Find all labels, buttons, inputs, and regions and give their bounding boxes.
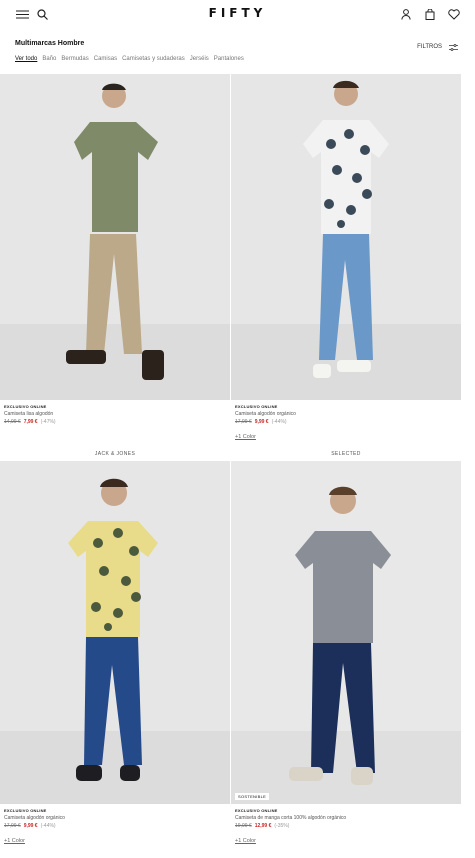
product-image[interactable]: SOSTENIBLE	[231, 461, 461, 804]
sale-price: 9,99 €	[23, 823, 38, 829]
product-card[interactable]: SOSTENIBLE EXCLUSIVO ONLINE Camiseta de …	[231, 461, 461, 847]
price-row: 17,99 € 9,99 € (-44%)	[4, 823, 226, 829]
category-jerseis[interactable]: Jerséis	[190, 56, 209, 62]
exclusive-label: EXCLUSIVO ONLINE	[4, 404, 47, 409]
brand-label: SELECTED	[331, 451, 361, 457]
old-price: 14,99 €	[4, 419, 21, 425]
category-nav: Ver todo Baño Bermudas Camisas Camisetas…	[15, 56, 244, 62]
header-right	[399, 7, 461, 21]
product-image[interactable]	[0, 74, 230, 400]
category-bano[interactable]: Baño	[42, 56, 56, 62]
exclusive-label: EXCLUSIVO ONLINE	[4, 808, 47, 813]
product-image[interactable]	[231, 74, 461, 400]
product-image[interactable]	[0, 461, 230, 804]
product-info: EXCLUSIVO ONLINE Camiseta algodón orgáni…	[0, 804, 230, 847]
exclusive-label: EXCLUSIVO ONLINE	[235, 404, 278, 409]
product-info: EXCLUSIVO ONLINE Camiseta algodón orgáni…	[231, 400, 461, 443]
product-name[interactable]: Camiseta lisa algodón	[4, 411, 226, 417]
bag-icon[interactable]	[423, 7, 437, 21]
price-row: 17,99 € 9,99 € (-44%)	[235, 419, 457, 425]
category-camisetas[interactable]: Camisetas y sudaderas	[122, 56, 185, 62]
user-icon[interactable]	[399, 7, 413, 21]
product-card[interactable]: EXCLUSIVO ONLINE Camiseta algodón orgáni…	[231, 74, 461, 443]
category-camisas[interactable]: Camisas	[94, 56, 117, 62]
category-bermudas[interactable]: Bermudas	[61, 56, 88, 62]
sale-price: 7,99 €	[23, 419, 38, 425]
discount: (-44%)	[40, 823, 56, 829]
old-price: 17,99 €	[235, 419, 252, 425]
category-pantalones[interactable]: Pantalones	[214, 56, 244, 62]
product-name[interactable]: Camiseta de manga corta 100% algodón org…	[235, 815, 457, 821]
product-name[interactable]: Camiseta algodón orgánico	[235, 411, 457, 417]
discount: (-47%)	[40, 419, 56, 425]
product-name[interactable]: Camiseta algodón orgánico	[4, 815, 226, 821]
price-row: 19,99 € 12,99 € (-35%)	[235, 823, 457, 829]
old-price: 19,99 €	[235, 823, 252, 829]
product-info: EXCLUSIVO ONLINE Camiseta de manga corta…	[231, 804, 461, 847]
discount: (-35%)	[274, 823, 290, 829]
sale-price: 12,99 €	[254, 823, 272, 829]
page-title: Multimarcas Hombre	[15, 40, 85, 47]
product-info: EXCLUSIVO ONLINE Camiseta lisa algodón 1…	[0, 400, 230, 425]
sustainable-badge: SOSTENIBLE	[235, 793, 270, 800]
more-colors-link[interactable]: +1 Color	[4, 838, 25, 844]
filters-label: FILTROS	[417, 44, 442, 50]
sale-price: 9,99 €	[254, 419, 269, 425]
category-ver-todo[interactable]: Ver todo	[15, 56, 37, 62]
discount: (-44%)	[271, 419, 287, 425]
heart-icon[interactable]	[447, 7, 461, 21]
more-colors-link[interactable]: +1 Color	[235, 434, 256, 440]
filters-button[interactable]: FILTROS	[417, 40, 460, 54]
product-card[interactable]: EXCLUSIVO ONLINE Camiseta lisa algodón 1…	[0, 74, 230, 425]
old-price: 17,99 €	[4, 823, 21, 829]
brand-label: JACK & JONES	[94, 451, 136, 457]
price-row: 14,99 € 7,99 € (-47%)	[4, 419, 226, 425]
exclusive-label: EXCLUSIVO ONLINE	[235, 808, 278, 813]
product-card[interactable]: EXCLUSIVO ONLINE Camiseta algodón orgáni…	[0, 461, 230, 847]
more-colors-link[interactable]: +1 Color	[235, 838, 256, 844]
sliders-icon	[446, 40, 460, 54]
header: FIFTY	[0, 0, 475, 30]
